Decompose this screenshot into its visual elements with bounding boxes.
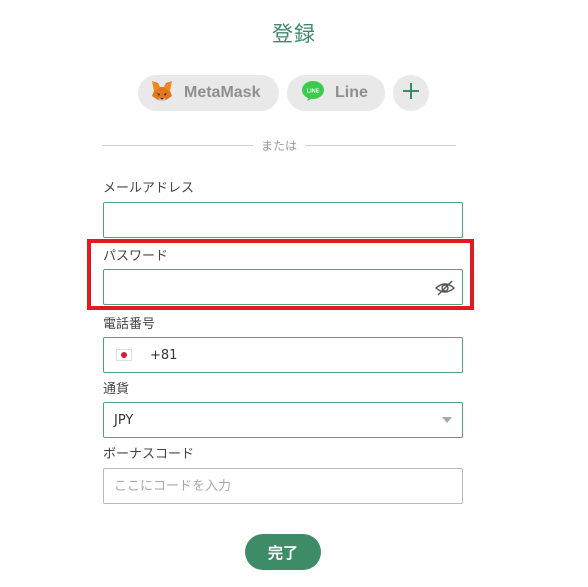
phone-input[interactable] (177, 338, 462, 372)
currency-selected-value: JPY (114, 412, 134, 428)
email-field-wrapper (103, 202, 463, 238)
password-input[interactable] (104, 270, 462, 304)
phone-field-wrapper: +81 (103, 337, 463, 373)
line-icon: LINE (301, 80, 325, 107)
bonus-code-label: ボーナスコード (103, 447, 195, 462)
bonus-code-input[interactable] (104, 469, 462, 503)
currency-select[interactable]: JPY (103, 402, 463, 438)
submit-button[interactable]: 完了 (245, 534, 321, 570)
line-button[interactable]: LINE Line (287, 75, 385, 111)
metamask-fox-icon (150, 80, 174, 107)
line-label: Line (335, 84, 368, 101)
social-login-row: MetaMask LINE Line (138, 75, 429, 111)
dial-code: +81 (150, 347, 178, 363)
email-label: メールアドレス (103, 181, 195, 196)
password-field-wrapper (103, 269, 463, 305)
password-label: パスワード (103, 249, 169, 264)
metamask-button[interactable]: MetaMask (138, 75, 279, 111)
divider-rule-left (102, 144, 253, 146)
eye-slash-icon[interactable] (434, 279, 456, 297)
bonus-code-field-wrapper (103, 468, 463, 504)
currency-label: 通貨 (103, 382, 130, 397)
jp-flag-icon[interactable] (116, 349, 132, 361)
line-badge-text: LINE (307, 88, 320, 94)
divider-rule-right (305, 144, 457, 146)
email-input[interactable] (104, 203, 462, 237)
page-title: 登録 (272, 22, 316, 46)
chevron-down-icon (442, 417, 452, 423)
phone-label: 電話番号 (103, 317, 156, 332)
or-divider: または (102, 137, 457, 153)
divider-text: または (261, 138, 298, 153)
plus-icon (401, 81, 421, 106)
metamask-label: MetaMask (184, 84, 261, 101)
more-login-options-button[interactable] (393, 75, 429, 111)
